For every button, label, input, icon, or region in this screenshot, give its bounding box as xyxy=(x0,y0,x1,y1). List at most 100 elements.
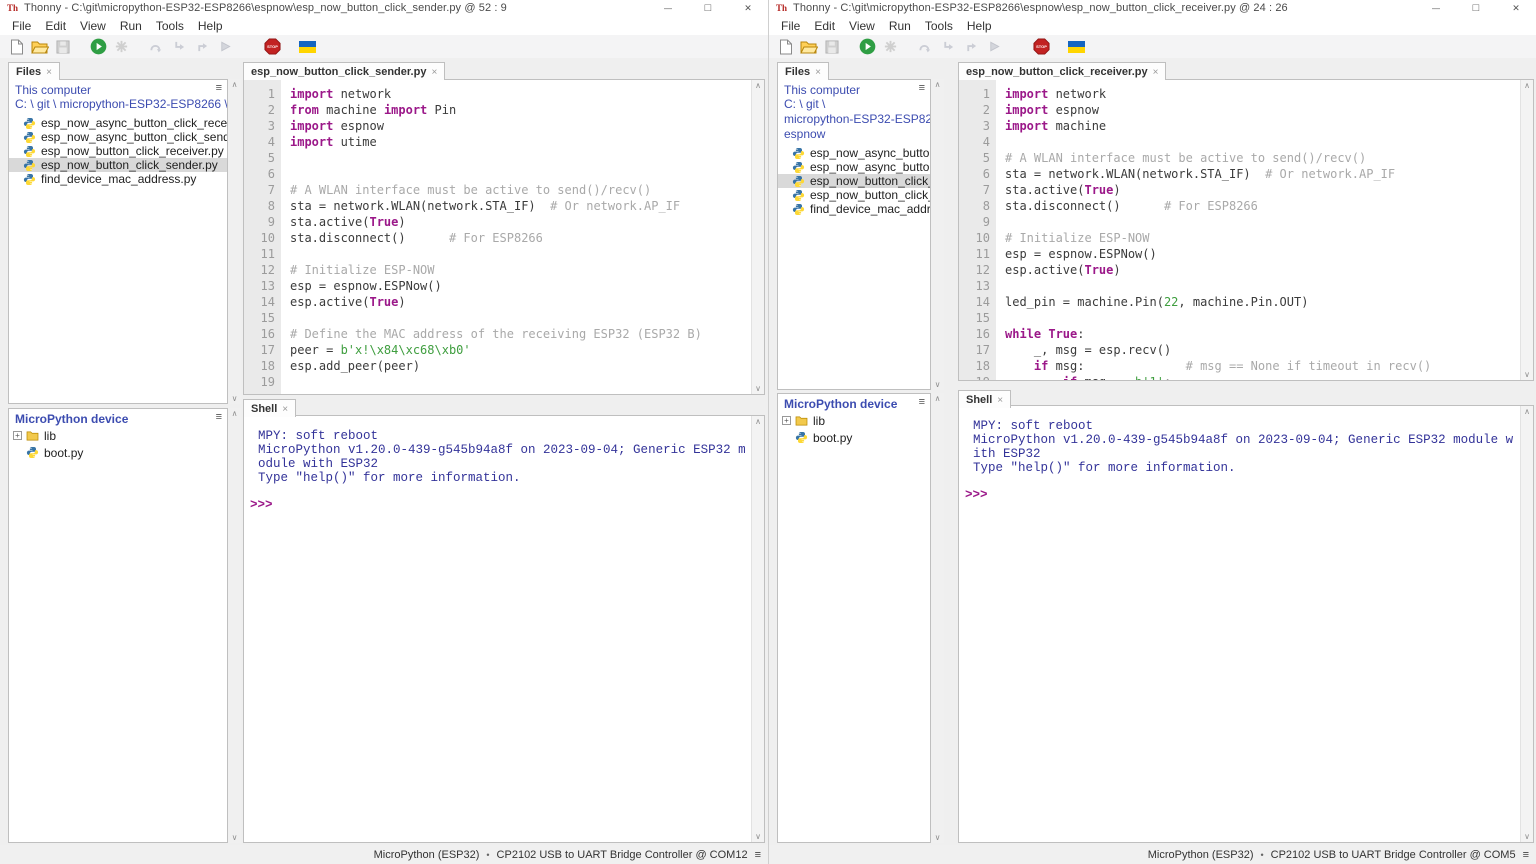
step-out-button[interactable] xyxy=(192,37,212,57)
files-scrollbar[interactable] xyxy=(228,79,241,404)
file-item[interactable]: esp_now_async_button_click_receiver.py xyxy=(9,116,227,130)
tab-close-icon[interactable] xyxy=(1148,66,1159,78)
file-item[interactable]: esp_now_async_button_click_sender.py xyxy=(778,160,930,174)
tab-close-icon[interactable] xyxy=(426,66,437,78)
files-path-line[interactable]: micropython-ESP32-ESP8266 \ xyxy=(778,112,930,127)
files-scrollbar[interactable] xyxy=(931,79,944,390)
menu-item-edit[interactable]: Edit xyxy=(38,19,73,33)
shell-scrollbar[interactable] xyxy=(1520,406,1533,842)
debug-button[interactable] xyxy=(111,37,131,57)
device-item[interactable]: lib xyxy=(9,428,227,443)
menu-item-view[interactable]: View xyxy=(73,19,113,33)
tab-shell[interactable]: Shell xyxy=(243,399,297,417)
shell-output[interactable]: MPY: soft reboot MicroPython v1.20.0-439-… xyxy=(244,416,751,842)
device-item[interactable]: boot.py xyxy=(9,445,227,460)
this-computer-label[interactable]: This computer xyxy=(784,83,860,97)
menu-item-help[interactable]: Help xyxy=(960,19,999,33)
tab-shell[interactable]: Shell xyxy=(958,390,1012,408)
maximize-button[interactable] xyxy=(1456,0,1496,16)
step-over-button[interactable] xyxy=(915,37,935,57)
tab-close-icon[interactable] xyxy=(810,66,821,78)
port-label[interactable]: CP2102 USB to UART Bridge Controller @ C… xyxy=(1271,849,1516,861)
expand-icon[interactable] xyxy=(782,416,791,425)
menu-item-run[interactable]: Run xyxy=(113,19,149,33)
this-computer-label[interactable]: This computer xyxy=(15,83,91,97)
editor[interactable]: 12345678910111213141516171819import netw… xyxy=(244,80,751,394)
tab-close-icon[interactable] xyxy=(992,394,1003,406)
editor[interactable]: 12345678910111213141516171819import netw… xyxy=(959,80,1520,380)
save-button[interactable] xyxy=(822,37,842,57)
files-path[interactable]: C: \ git \ micropython-ESP32-ESP8266 \ e… xyxy=(9,97,227,112)
editor-code-area[interactable]: import network import espnow import machin… xyxy=(996,80,1520,380)
menu-item-tools[interactable]: Tools xyxy=(918,19,960,33)
port-label[interactable]: CP2102 USB to UART Bridge Controller @ C… xyxy=(497,849,748,861)
editor-scrollbar[interactable] xyxy=(751,80,764,394)
tab-close-icon[interactable] xyxy=(41,66,52,78)
run-button[interactable] xyxy=(857,37,877,57)
stop-restart-button[interactable]: STOP xyxy=(262,37,282,57)
ukraine-flag-icon[interactable] xyxy=(297,37,317,57)
titlebar[interactable]: Thonny - C:\git\micropython-ESP32-ESP826… xyxy=(0,0,768,16)
file-item[interactable]: esp_now_button_click_sender.py xyxy=(9,158,227,172)
file-item[interactable]: esp_now_async_button_click_sender.py xyxy=(9,130,227,144)
menu-item-view[interactable]: View xyxy=(842,19,882,33)
menu-item-help[interactable]: Help xyxy=(191,19,230,33)
step-out-button[interactable] xyxy=(961,37,981,57)
tab-editor[interactable]: esp_now_button_click_sender.py xyxy=(243,62,446,80)
files-path[interactable]: C: \ git \micropython-ESP32-ESP8266 \esp… xyxy=(778,97,930,142)
editor-code-area[interactable]: import network from machine import Pin imp… xyxy=(281,80,751,394)
editor-scrollbar[interactable] xyxy=(1520,80,1533,380)
shell-scrollbar[interactable] xyxy=(751,416,764,842)
panel-menu-icon[interactable] xyxy=(216,83,222,94)
status-menu-icon[interactable] xyxy=(1523,849,1529,861)
tab-files[interactable]: Files xyxy=(8,62,60,80)
new-file-button[interactable] xyxy=(7,37,27,57)
new-file-button[interactable] xyxy=(776,37,796,57)
resume-button[interactable] xyxy=(215,37,235,57)
step-into-button[interactable] xyxy=(938,37,958,57)
device-item[interactable]: boot.py xyxy=(778,430,930,445)
tab-close-icon[interactable] xyxy=(277,403,288,415)
interpreter-label[interactable]: MicroPython (ESP32) xyxy=(374,849,480,861)
debug-button[interactable] xyxy=(880,37,900,57)
file-item[interactable]: esp_now_button_click_receiver.py xyxy=(9,144,227,158)
files-path-line[interactable]: C: \ git \ xyxy=(778,97,930,112)
tab-files[interactable]: Files xyxy=(777,62,829,80)
menu-item-edit[interactable]: Edit xyxy=(807,19,842,33)
file-item[interactable]: find_device_mac_address.py xyxy=(9,172,227,186)
device-scrollbar[interactable] xyxy=(228,408,241,843)
status-menu-icon[interactable] xyxy=(755,849,761,861)
panel-menu-icon[interactable] xyxy=(919,83,925,94)
step-over-button[interactable] xyxy=(146,37,166,57)
close-button[interactable] xyxy=(728,0,768,16)
maximize-button[interactable] xyxy=(688,0,728,16)
menu-item-run[interactable]: Run xyxy=(882,19,918,33)
device-scrollbar[interactable] xyxy=(931,393,944,843)
file-item[interactable]: find_device_mac_address.py xyxy=(778,202,930,216)
open-file-button[interactable] xyxy=(30,37,50,57)
file-item[interactable]: esp_now_button_click_receiver.py xyxy=(778,174,930,188)
menu-item-file[interactable]: File xyxy=(5,19,38,33)
titlebar[interactable]: Thonny - C:\git\micropython-ESP32-ESP826… xyxy=(769,0,1536,16)
menu-item-file[interactable]: File xyxy=(774,19,807,33)
minimize-button[interactable] xyxy=(1416,0,1456,16)
stop-restart-button[interactable]: STOP xyxy=(1031,37,1051,57)
panel-menu-icon[interactable] xyxy=(216,412,222,423)
file-item[interactable]: esp_now_async_button_click_receiver.py xyxy=(778,146,930,160)
close-button[interactable] xyxy=(1496,0,1536,16)
device-item[interactable]: lib xyxy=(778,413,930,428)
step-into-button[interactable] xyxy=(169,37,189,57)
file-item[interactable]: esp_now_button_click_sender.py xyxy=(778,188,930,202)
resume-button[interactable] xyxy=(984,37,1004,57)
save-button[interactable] xyxy=(53,37,73,57)
minimize-button[interactable] xyxy=(648,0,688,16)
panel-menu-icon[interactable] xyxy=(919,397,925,408)
ukraine-flag-icon[interactable] xyxy=(1066,37,1086,57)
run-button[interactable] xyxy=(88,37,108,57)
files-path-line[interactable]: C: \ git \ micropython-ESP32-ESP8266 \ e… xyxy=(9,97,227,112)
tab-editor[interactable]: esp_now_button_click_receiver.py xyxy=(958,62,1167,80)
interpreter-label[interactable]: MicroPython (ESP32) xyxy=(1148,849,1254,861)
menu-item-tools[interactable]: Tools xyxy=(149,19,191,33)
device-label[interactable]: MicroPython device xyxy=(15,412,128,426)
expand-icon[interactable] xyxy=(13,431,22,440)
